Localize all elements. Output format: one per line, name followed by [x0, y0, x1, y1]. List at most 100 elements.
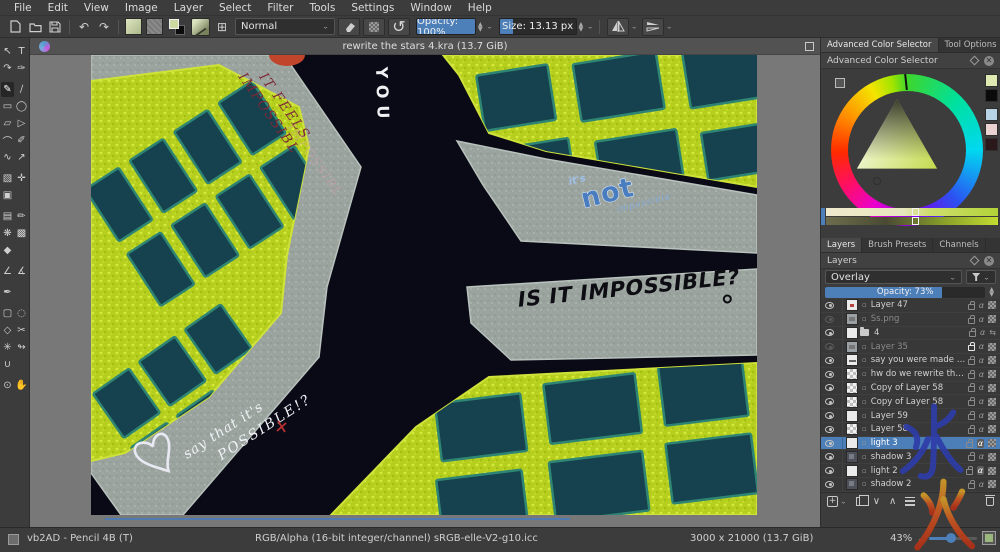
layer-lock-icon[interactable] — [968, 386, 975, 392]
float-docker-icon[interactable] — [970, 256, 980, 266]
inherit-alpha-icon[interactable]: α — [979, 383, 984, 392]
new-document-button[interactable] — [5, 18, 25, 36]
gradient-tool-icon[interactable]: ▤ — [1, 209, 14, 224]
reference-images-tool-icon[interactable]: ✒ — [1, 285, 14, 300]
layer-thumbnail[interactable] — [846, 478, 858, 490]
tab-tool-options[interactable]: Tool Options — [939, 38, 1000, 52]
inherit-alpha-icon[interactable]: α — [977, 439, 984, 448]
pan-tool-icon[interactable]: ✋ — [15, 378, 28, 393]
ellipse-tool-icon[interactable]: ◯ — [15, 99, 28, 114]
pattern-edit-tool-icon[interactable]: ❋ — [1, 226, 14, 241]
layer-name[interactable]: Layer 58 — [869, 424, 966, 434]
alpha-lock-icon[interactable] — [988, 384, 996, 392]
layer-lock-icon[interactable] — [966, 442, 973, 448]
multibrush-tool-icon[interactable]: ↗ — [15, 150, 28, 165]
layer-name[interactable]: shadow 3 — [869, 452, 966, 462]
fill-tool-icon[interactable]: ◆ — [1, 243, 14, 258]
undo-button[interactable]: ↶ — [74, 18, 94, 36]
close-docker-icon[interactable]: ✕ — [984, 56, 994, 66]
inherit-alpha-icon[interactable]: α — [977, 466, 984, 475]
layer-row[interactable]: 4α⇆ — [821, 327, 1000, 341]
freehand-brush-tool-icon[interactable]: ✎ — [1, 82, 14, 97]
layer-name[interactable]: 4 — [872, 328, 967, 338]
pattern-chooser[interactable] — [146, 18, 163, 35]
layer-lock-icon[interactable] — [969, 331, 976, 337]
layer-thumbnail[interactable] — [846, 382, 858, 394]
layer-row[interactable]: ▫shadow 2α — [821, 478, 1000, 492]
layer-row[interactable]: ▫Layer 35α — [821, 340, 1000, 354]
mirror-vertical-button[interactable] — [642, 18, 664, 36]
text-tool-icon[interactable]: T — [15, 44, 28, 59]
measure-tool-icon[interactable]: ∡ — [15, 264, 28, 279]
alpha-lock-icon[interactable] — [988, 439, 996, 447]
layer-lock-icon[interactable] — [968, 318, 975, 324]
alpha-lock-icon[interactable] — [988, 398, 996, 406]
layer-visibility-eye-icon[interactable] — [825, 426, 834, 433]
opacity-options-caret[interactable]: ⌄ — [485, 18, 495, 36]
layer-visibility-eye-icon[interactable] — [825, 371, 834, 378]
size-spinner[interactable]: ▲▼ — [579, 22, 584, 32]
layer-visibility-eye-icon[interactable] — [825, 343, 834, 350]
gradient-chooser[interactable] — [125, 18, 142, 35]
layer-name[interactable]: Copy of Layer 58 — [869, 383, 966, 393]
layer-thumbnail[interactable] — [846, 451, 858, 463]
passthrough-icon[interactable]: ⇆ — [989, 328, 996, 337]
color-strip-dark[interactable] — [826, 217, 998, 225]
layer-thumbnail[interactable] — [846, 299, 858, 311]
layer-thumbnail[interactable] — [846, 368, 858, 380]
canvas-only-mode-button[interactable] — [982, 531, 996, 545]
layer-row[interactable]: ▫light 3α — [821, 437, 1000, 451]
layer-thumbnail[interactable] — [846, 410, 858, 422]
layer-name[interactable]: Ss.png — [869, 314, 966, 324]
menu-window[interactable]: Window — [402, 1, 459, 15]
layer-row[interactable]: ▫Ss.pngα — [821, 313, 1000, 327]
layer-visibility-eye-icon[interactable] — [825, 384, 834, 391]
brush-preset-status-icon[interactable] — [8, 534, 19, 545]
inherit-alpha-icon[interactable]: α — [979, 342, 984, 351]
assistants-tool-icon[interactable]: ∠ — [1, 264, 14, 279]
move-layer-up-button[interactable]: ∧ — [889, 496, 896, 507]
layer-visibility-eye-icon[interactable] — [825, 316, 834, 323]
layer-name[interactable]: Copy of Layer 58 — [869, 397, 966, 407]
layer-name[interactable]: Layer 35 — [869, 342, 966, 352]
layer-opacity-spinner[interactable]: ▲▼ — [989, 287, 994, 297]
alpha-lock-icon[interactable] — [988, 412, 996, 420]
line-tool-icon[interactable]: ∕ — [15, 82, 28, 97]
layer-name[interactable]: light 2 — [869, 466, 964, 476]
tab-advanced-color-selector[interactable]: Advanced Color Selector — [821, 38, 939, 52]
brush-editor-toggle[interactable]: ⊞ — [212, 18, 232, 36]
color-selector-settings-icon[interactable] — [835, 78, 845, 88]
layer-lock-icon[interactable] — [966, 469, 973, 475]
foreground-color-swatch[interactable] — [169, 19, 179, 29]
subwindow-float-icon[interactable] — [805, 42, 814, 51]
layer-lock-icon[interactable] — [968, 373, 975, 379]
color-strip-light[interactable] — [826, 208, 998, 216]
inherit-alpha-icon[interactable]: α — [979, 480, 984, 489]
polygon-tool-icon[interactable]: ▱ — [1, 116, 14, 131]
layer-row[interactable]: ▫Copy of Layer 58α — [821, 382, 1000, 396]
layer-lock-icon[interactable] — [968, 304, 975, 310]
tab-layers[interactable]: Layers — [821, 238, 862, 252]
menu-edit[interactable]: Edit — [40, 1, 76, 15]
layer-row[interactable]: ▫say you were made t...α — [821, 354, 1000, 368]
layer-visibility-eye-icon[interactable] — [825, 302, 834, 309]
layer-visibility-eye-icon[interactable] — [825, 398, 834, 405]
inherit-alpha-icon[interactable]: α — [979, 301, 984, 310]
canvas-horizontal-scrollbar[interactable] — [105, 518, 570, 520]
layer-name[interactable]: light 3 — [869, 438, 964, 448]
history-swatch[interactable] — [985, 108, 998, 121]
history-swatch[interactable] — [985, 138, 998, 151]
menu-filter[interactable]: Filter — [259, 1, 301, 15]
layer-filter-button[interactable]: ⌄ — [966, 270, 996, 284]
polygonal-select-tool-icon[interactable]: ◇ — [1, 323, 14, 338]
zoom-tool-icon[interactable]: ⊙ — [1, 378, 14, 393]
layer-row[interactable]: ▫shadow 3α — [821, 450, 1000, 464]
similar-color-select-tool-icon[interactable]: ✳ — [1, 340, 14, 355]
menu-select[interactable]: Select — [211, 1, 259, 15]
alpha-lock-icon[interactable] — [988, 425, 996, 433]
blend-mode-combo[interactable]: Normal⌄ — [235, 18, 335, 35]
transform-tool-icon[interactable]: ▧ — [1, 171, 14, 186]
layer-visibility-eye-icon[interactable] — [825, 467, 834, 474]
foreground-background-colors[interactable] — [168, 18, 186, 36]
freehand-path-tool-icon[interactable]: ✐ — [15, 133, 28, 148]
